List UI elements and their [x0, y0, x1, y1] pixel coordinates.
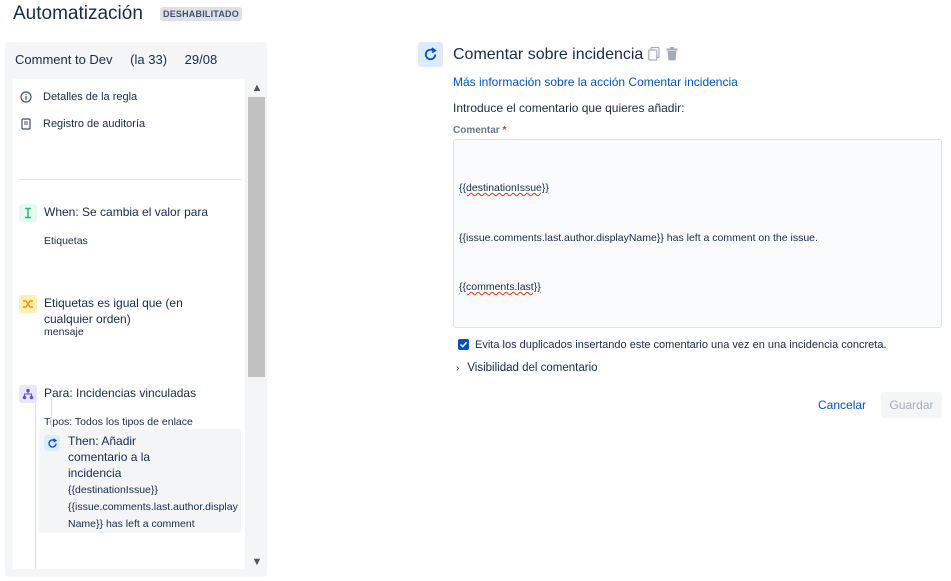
avoid-duplicates-checkbox[interactable]	[458, 339, 469, 350]
rule-header: Comment to Dev (la 33) 29/08	[15, 52, 231, 67]
condition-step-subtitle: mensaje	[44, 326, 84, 338]
required-mark: *	[502, 125, 507, 136]
refresh-comment-icon	[44, 435, 60, 451]
document-icon	[19, 117, 33, 131]
trigger-icon	[19, 204, 37, 222]
action-editor-title: Comentar sobre incidencia	[453, 46, 644, 63]
audit-log-link[interactable]: Registro de auditoría	[19, 117, 145, 131]
branch-connector	[35, 387, 36, 569]
rule-details-link[interactable]: Detalles de la regla	[19, 90, 137, 104]
divider	[19, 179, 241, 180]
condition-step-title: Etiquetas es igual que (en cualquier ord…	[44, 296, 183, 326]
status-badge: DESHABILITADO	[160, 7, 242, 21]
rule-name: Comment to Dev	[15, 52, 113, 67]
page-title: Automatización	[13, 3, 143, 24]
audit-log-label: Registro de auditoría	[43, 118, 146, 130]
comment-line: {{comments.last}}	[459, 279, 936, 296]
comment-action-icon	[418, 42, 443, 67]
comment-line-3: {{comments.last}}	[459, 281, 541, 293]
info-icon	[19, 90, 33, 104]
chevron-right-icon: ›	[456, 362, 460, 374]
instruction-text: Introduce el comentario que quieres añad…	[453, 101, 685, 115]
cancel-button[interactable]: Cancelar	[818, 398, 866, 412]
checkmark-icon	[459, 341, 468, 348]
copy-icon[interactable]	[648, 46, 660, 66]
branch-step-title: Para: Incidencias vinculadas	[44, 386, 197, 400]
action-step-card[interactable]: Then: Añadir comentario a la incidencia …	[39, 429, 241, 533]
action-step-title: Then: Añadir comentario a la incidencia	[68, 434, 151, 480]
rule-date: 29/08	[184, 52, 218, 67]
rule-list-scrollbar[interactable]: ▲ ▼	[248, 79, 266, 571]
shuffle-icon	[19, 295, 37, 313]
action-step-body: {{destinationIssue}} {{issue.comments.la…	[68, 484, 238, 530]
comment-field-label: Comentar *	[453, 125, 506, 136]
avoid-duplicates-label: Evita los duplicados insertando este com…	[475, 339, 887, 351]
comment-visibility-label: Visibilidad del comentario	[467, 362, 598, 374]
save-button[interactable]: Guardar	[881, 392, 942, 418]
comment-visibility-toggle[interactable]: › Visibilidad del comentario	[456, 362, 598, 374]
branch-connector-inner	[51, 399, 52, 429]
comment-line-1: {{destinationIssue}}	[459, 182, 549, 194]
branch-step-subtitle: Tipos: Todos los tipos de enlace	[44, 416, 193, 428]
trash-icon[interactable]	[666, 47, 678, 66]
scroll-down-arrow-icon[interactable]: ▼	[248, 553, 266, 571]
scroll-thumb[interactable]	[248, 97, 265, 377]
rule-panel: Comment to Dev (la 33) 29/08 Detalles de…	[5, 42, 267, 577]
comment-line: {{destinationIssue}}	[459, 180, 936, 197]
trigger-step-title: When: Se cambia el valor para	[44, 205, 209, 219]
comment-line-2: {{issue.comments.last.author.displayName…	[459, 231, 818, 244]
more-info-link[interactable]: Más información sobre la acción Comentar…	[453, 75, 738, 89]
comment-field-label-text: Comentar	[453, 125, 500, 136]
rule-step-list: Detalles de la regla Registro de auditor…	[13, 79, 245, 569]
scroll-up-arrow-icon[interactable]: ▲	[248, 79, 266, 97]
trigger-step-subtitle: Etiquetas	[44, 235, 88, 247]
comment-line: {{issue.comments.last.author.displayName…	[459, 230, 936, 247]
rule-details-label: Detalles de la regla	[43, 91, 138, 103]
comment-textarea[interactable]: {{destinationIssue}} {{issue.comments.la…	[453, 139, 942, 328]
rule-version: (la 33)	[130, 52, 168, 67]
